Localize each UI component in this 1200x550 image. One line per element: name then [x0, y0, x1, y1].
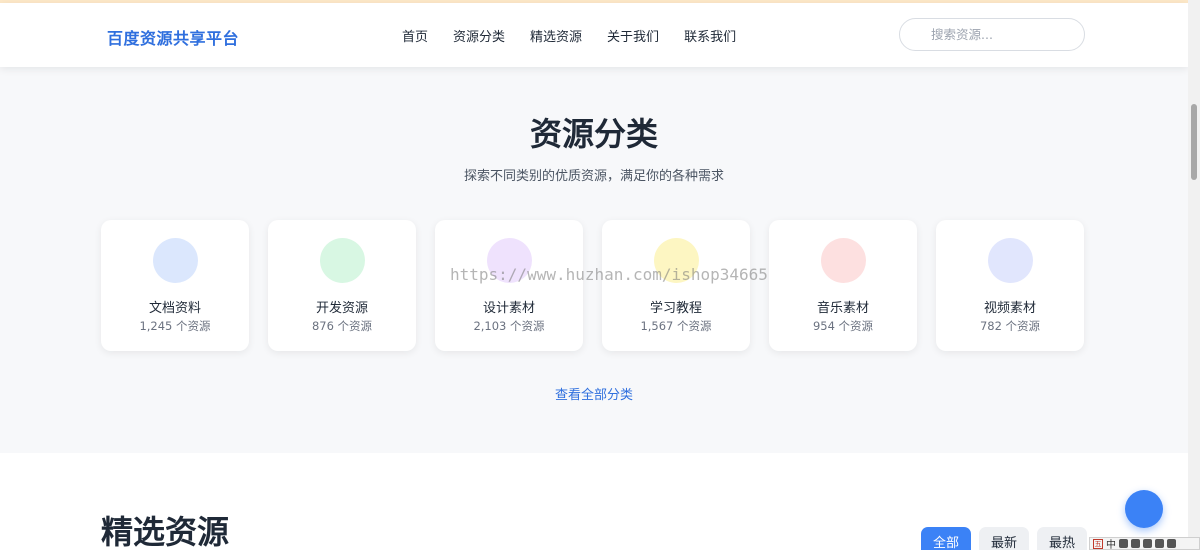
category-name: 视频素材 — [983, 301, 1036, 316]
ime-toolbar[interactable]: 五 中 — [1089, 537, 1200, 550]
category-icon-circle — [320, 238, 365, 283]
ime-moon-icon[interactable] — [1119, 539, 1128, 548]
filter-latest-button[interactable]: 最新 — [979, 527, 1030, 550]
categories-section: 资源分类 探索不同类别的优质资源，满足你的各种需求 文档资料 1,245 个资源… — [0, 67, 1188, 453]
category-icon-circle — [153, 238, 198, 283]
navbar: 百度资源共享平台 首页 资源分类 精选资源 关于我们 联系我们 — [0, 3, 1188, 67]
ime-user-icon[interactable] — [1155, 539, 1164, 548]
category-card-dev[interactable]: 开发资源 876 个资源 — [268, 220, 416, 351]
category-count: 782 个资源 — [979, 319, 1041, 333]
category-name: 音乐素材 — [816, 301, 869, 316]
category-count: 876 个资源 — [311, 319, 373, 333]
category-name: 学习教程 — [649, 301, 702, 316]
brand-logo-text[interactable]: 百度资源共享平台 — [107, 25, 239, 49]
ime-punct-icon[interactable] — [1131, 539, 1140, 548]
category-count: 1,567 个资源 — [640, 319, 712, 333]
category-name: 设计素材 — [482, 301, 535, 316]
category-cards: 文档资料 1,245 个资源 开发资源 876 个资源 设计素材 2,103 个… — [101, 220, 1084, 351]
category-count: 1,245 个资源 — [139, 319, 211, 333]
featured-section: 精选资源 全部 最新 最热 — [0, 453, 1188, 550]
categories-title: 资源分类 — [529, 115, 658, 153]
categories-subtitle: 探索不同类别的优质资源，满足你的各种需求 — [463, 169, 724, 184]
category-card-design[interactable]: 设计素材 2,103 个资源 — [435, 220, 583, 351]
nav-links: 首页 资源分类 精选资源 关于我们 联系我们 — [402, 26, 736, 45]
category-icon-circle — [487, 238, 532, 283]
featured-filters: 全部 最新 最热 — [921, 527, 1088, 550]
scrollbar-thumb[interactable] — [1191, 104, 1197, 180]
category-card-tutorials[interactable]: 学习教程 1,567 个资源 — [602, 220, 750, 351]
category-card-video[interactable]: 视频素材 782 个资源 — [936, 220, 1084, 351]
nav-link-featured[interactable]: 精选资源 — [530, 26, 582, 45]
page-scrollbar[interactable] — [1188, 0, 1200, 550]
category-count: 954 个资源 — [812, 319, 874, 333]
view-all-categories-link[interactable]: 查看全部分类 — [0, 384, 1188, 403]
filter-all-button[interactable]: 全部 — [921, 527, 972, 550]
category-icon-circle — [654, 238, 699, 283]
ime-mode-label[interactable]: 中 — [1106, 538, 1116, 549]
nav-link-categories[interactable]: 资源分类 — [453, 26, 505, 45]
category-count: 2,103 个资源 — [473, 319, 545, 333]
ime-settings-icon[interactable] — [1167, 539, 1176, 548]
category-icon-circle — [821, 238, 866, 283]
featured-title: 精选资源 — [101, 513, 230, 550]
back-to-top-button[interactable] — [1125, 490, 1163, 528]
nav-link-about[interactable]: 关于我们 — [607, 26, 659, 45]
nav-link-contact[interactable]: 联系我们 — [684, 26, 736, 45]
nav-link-home[interactable]: 首页 — [402, 26, 428, 45]
ime-logo-icon: 五 — [1093, 538, 1103, 549]
search-input[interactable] — [899, 18, 1085, 51]
ime-keyboard-icon[interactable] — [1143, 539, 1152, 548]
category-name: 开发资源 — [315, 301, 368, 316]
filter-hottest-button[interactable]: 最热 — [1037, 527, 1088, 550]
category-icon-circle — [988, 238, 1033, 283]
category-card-music[interactable]: 音乐素材 954 个资源 — [769, 220, 917, 351]
category-name: 文档资料 — [148, 301, 201, 316]
category-card-docs[interactable]: 文档资料 1,245 个资源 — [101, 220, 249, 351]
